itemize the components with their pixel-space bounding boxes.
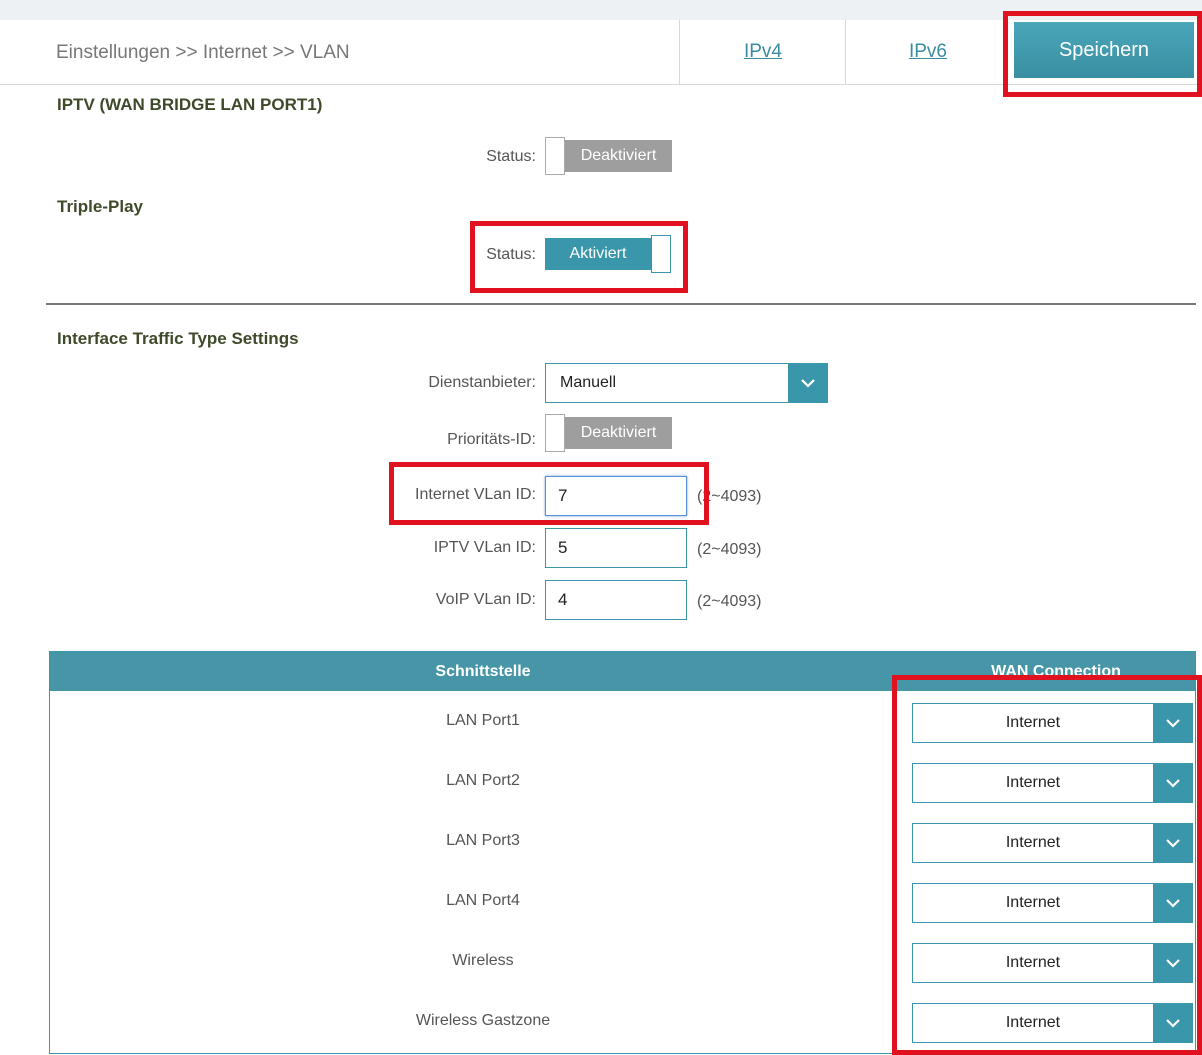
wan-select-lan-port2[interactable]: Internet [912,763,1193,803]
iptv-status-label: Status: [486,148,536,165]
column-header-wan: WAN Connection [991,662,1121,680]
wan-select-lan-port4[interactable]: Internet [912,883,1193,923]
priority-label: Prioritäts-ID: [447,431,536,448]
wan-select-lan-port1[interactable]: Internet [912,703,1193,743]
internet-vlan-range: (2~4093) [697,488,762,505]
voip-vlan-range: (2~4093) [697,593,762,610]
internet-vlan-input[interactable]: 7 [545,476,687,516]
chevron-down-icon [788,364,827,402]
section-divider [46,303,1196,305]
voip-vlan-input[interactable]: 4 [545,580,687,620]
chevron-down-icon [1153,764,1192,802]
wan-select-value: Internet [1005,1014,1061,1031]
toggle-knob [651,235,671,273]
row-label-wireless: Wireless [452,952,514,969]
column-header-interface: Schnittstelle [435,662,531,680]
iptv-vlan-input[interactable]: 5 [545,528,687,568]
wan-select-wireless[interactable]: Internet [912,943,1193,983]
interface-table: Schnittstelle WAN Connection LAN Port1 I… [49,651,1196,1054]
wan-select-lan-port3[interactable]: Internet [912,823,1193,863]
triple-play-section-title: Triple-Play [57,197,143,216]
row-label-lan-port1: LAN Port1 [446,712,520,729]
wan-select-wireless-gastzone[interactable]: Internet [912,1003,1193,1043]
wan-select-value: Internet [1005,834,1061,851]
row-label-wireless-gastzone: Wireless Gastzone [415,1012,551,1029]
chevron-down-icon [1153,824,1192,862]
priority-value: Deaktiviert [565,417,672,449]
wan-select-value: Internet [1005,714,1061,731]
toggle-knob [545,414,565,452]
chevron-down-icon [1153,884,1192,922]
table-header: Schnittstelle WAN Connection [50,652,1195,691]
top-strip [0,0,1202,20]
iptv-section-title: IPTV (WAN BRIDGE LAN PORT1) [57,95,323,114]
priority-toggle[interactable]: Deaktiviert [545,414,672,452]
row-label-lan-port4: LAN Port4 [446,892,520,909]
iptv-status-value: Deaktiviert [565,140,672,172]
provider-select[interactable]: Manuell [545,363,828,403]
tab-ipv4[interactable]: IPv4 [679,20,846,84]
iptv-vlan-range: (2~4093) [697,541,762,558]
save-button[interactable]: Speichern [1014,22,1194,78]
triple-play-status-label: Status: [486,246,536,263]
wan-select-value: Internet [1005,954,1061,971]
chevron-down-icon [1153,944,1192,982]
triple-play-status-toggle[interactable]: Aktiviert [545,235,671,273]
row-label-lan-port2: LAN Port2 [446,772,520,789]
row-label-lan-port3: LAN Port3 [446,832,520,849]
wan-select-value: Internet [1005,894,1061,911]
internet-vlan-label: Internet VLan ID: [415,486,536,503]
breadcrumb: Einstellungen >> Internet >> VLAN [56,42,350,63]
toggle-knob [545,137,565,175]
iptv-vlan-label: IPTV VLan ID: [433,539,536,556]
chevron-down-icon [1153,1004,1192,1042]
header-bar: Einstellungen >> Internet >> VLAN IPv4 I… [0,20,1202,85]
provider-value: Manuell [560,374,617,391]
provider-label: Dienstanbieter: [428,374,536,391]
chevron-down-icon [1153,704,1192,742]
traffic-section-title: Interface Traffic Type Settings [57,329,299,348]
voip-vlan-label: VoIP VLan ID: [435,591,536,608]
wan-select-value: Internet [1005,774,1061,791]
tab-ipv6[interactable]: IPv6 [845,20,1010,84]
iptv-status-toggle[interactable]: Deaktiviert [545,137,672,175]
triple-play-status-value: Aktiviert [545,238,651,270]
